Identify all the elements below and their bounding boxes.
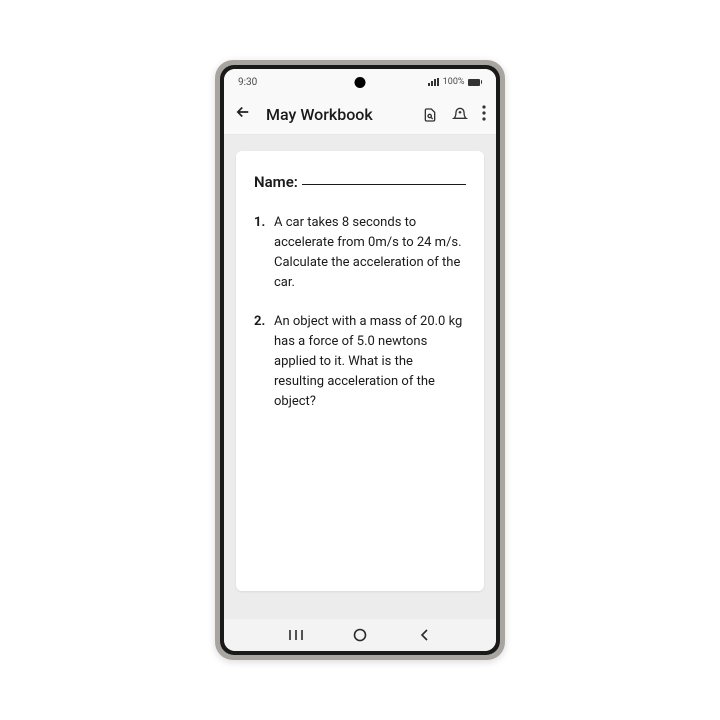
name-label: Name: bbox=[254, 173, 298, 191]
more-options-button[interactable] bbox=[482, 105, 486, 124]
back-button[interactable] bbox=[234, 103, 252, 126]
battery-percent: 100% bbox=[443, 77, 465, 87]
bell-plus-icon bbox=[452, 107, 468, 123]
more-vertical-icon bbox=[482, 105, 486, 121]
question-number: 1. bbox=[254, 213, 268, 294]
question-text: A car takes 8 seconds to accelerate from… bbox=[274, 213, 466, 294]
nav-back-button[interactable] bbox=[412, 628, 436, 642]
document-page: Name: 1. A car takes 8 seconds to accele… bbox=[236, 151, 484, 591]
question-1: 1. A car takes 8 seconds to accelerate f… bbox=[254, 213, 466, 294]
screen: 9:30 100% May Workbook bbox=[224, 69, 496, 651]
battery-icon bbox=[468, 79, 483, 86]
page-search-icon bbox=[422, 107, 438, 123]
arrow-left-icon bbox=[234, 103, 252, 121]
front-camera bbox=[355, 77, 366, 88]
status-time: 9:30 bbox=[238, 77, 257, 88]
notification-add-button[interactable] bbox=[452, 107, 468, 123]
status-right: 100% bbox=[428, 77, 482, 87]
header-actions bbox=[422, 105, 486, 124]
signal-icon bbox=[428, 78, 439, 86]
nav-recents-button[interactable] bbox=[284, 629, 308, 641]
name-input-underline[interactable] bbox=[302, 184, 466, 185]
name-field-line: Name: bbox=[254, 173, 466, 191]
search-in-page-button[interactable] bbox=[422, 107, 438, 123]
system-nav-bar bbox=[224, 619, 496, 651]
page-title: May Workbook bbox=[266, 105, 408, 124]
home-circle-icon bbox=[353, 628, 367, 642]
question-number: 2. bbox=[254, 312, 268, 413]
question-2: 2. An object with a mass of 20.0 kg has … bbox=[254, 312, 466, 413]
recents-icon bbox=[289, 629, 303, 641]
phone-frame: 9:30 100% May Workbook bbox=[215, 60, 505, 660]
question-text: An object with a mass of 20.0 kg has a f… bbox=[274, 312, 466, 413]
nav-home-button[interactable] bbox=[348, 628, 372, 642]
app-header: May Workbook bbox=[224, 95, 496, 135]
chevron-left-icon bbox=[419, 628, 429, 642]
phone-bezel: 9:30 100% May Workbook bbox=[220, 65, 500, 655]
document-viewport[interactable]: Name: 1. A car takes 8 seconds to accele… bbox=[224, 135, 496, 619]
